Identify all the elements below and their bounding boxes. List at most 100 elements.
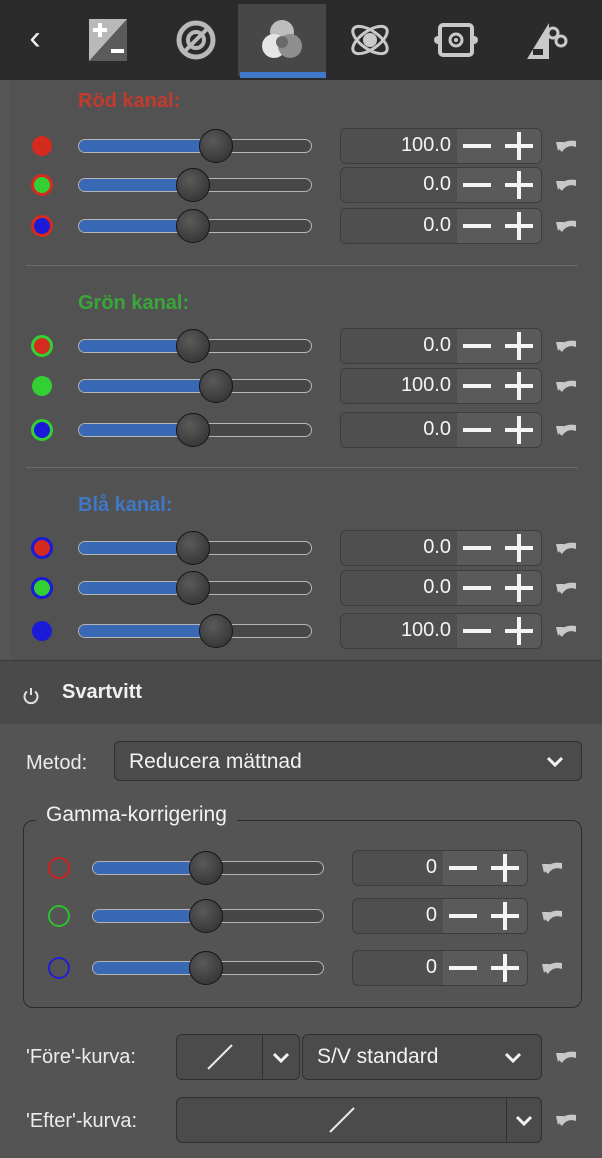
red-from-blue-indicator xyxy=(31,215,53,237)
minus-icon[interactable] xyxy=(463,344,491,348)
red-from-red-indicator xyxy=(32,136,52,156)
blue-from-red-value-spinbox[interactable]: 0.0 xyxy=(340,530,542,566)
green-channel-title: Grön kanal: xyxy=(78,292,190,314)
minus-icon[interactable] xyxy=(463,586,491,590)
method-select[interactable]: Reducera mättnad xyxy=(114,741,582,781)
green-from-green-value-spinbox[interactable]: 100.0 xyxy=(340,368,542,404)
red-from-green-value-spinbox[interactable]: 0.0 xyxy=(340,167,542,203)
minus-icon[interactable] xyxy=(463,183,491,187)
red-from-blue-slider-knob[interactable] xyxy=(175,209,210,243)
reset-icon[interactable] xyxy=(554,621,580,641)
before-curve-type-value: S/V standard xyxy=(317,1045,439,1068)
minus-icon[interactable] xyxy=(463,384,491,388)
reset-icon[interactable] xyxy=(554,578,580,598)
green-from-blue-slider-knob[interactable] xyxy=(175,413,210,447)
tab-exposure[interactable] xyxy=(64,4,152,76)
minus-icon[interactable] xyxy=(463,144,491,148)
minus-icon[interactable] xyxy=(449,866,477,870)
minus-icon[interactable] xyxy=(449,914,477,918)
before-curve-label: 'Före'-kurva: xyxy=(26,1046,136,1068)
plus-icon[interactable] xyxy=(491,854,519,882)
blue-from-green-value: 0.0 xyxy=(423,576,451,598)
green-from-red-value-spinbox[interactable]: 0.0 xyxy=(340,328,542,364)
reset-icon[interactable] xyxy=(554,376,580,396)
tab-detail[interactable] xyxy=(152,4,240,76)
advanced-icon xyxy=(351,24,389,56)
reset-icon[interactable] xyxy=(554,1047,580,1067)
after-curve-dropdown[interactable] xyxy=(506,1097,542,1143)
blue-from-blue-value-spinbox[interactable]: 100.0 xyxy=(340,613,542,649)
reset-icon[interactable] xyxy=(540,958,566,978)
linear-curve-icon xyxy=(329,1107,355,1133)
plus-icon[interactable] xyxy=(505,574,533,602)
reset-icon[interactable] xyxy=(554,336,580,356)
gamma-red-slider-knob[interactable] xyxy=(188,851,223,885)
chevron-left-icon[interactable]: ‹ xyxy=(20,18,50,58)
gamma-blue-value-spinbox[interactable]: 0 xyxy=(352,950,528,986)
minus-icon[interactable] xyxy=(463,428,491,432)
plus-icon[interactable] xyxy=(491,954,519,982)
reset-icon[interactable] xyxy=(554,175,580,195)
red-from-blue-value-spinbox[interactable]: 0.0 xyxy=(340,208,542,244)
blue-from-red-value: 0.0 xyxy=(423,536,451,558)
reset-icon[interactable] xyxy=(554,420,580,440)
gamma-green-slider-knob[interactable] xyxy=(188,899,223,933)
minus-icon[interactable] xyxy=(449,966,477,970)
tab-color[interactable] xyxy=(238,4,326,78)
chevron-down-icon xyxy=(515,1115,533,1127)
plus-icon[interactable] xyxy=(505,212,533,240)
red-from-green-indicator xyxy=(31,174,53,196)
blue-from-blue-slider-knob[interactable] xyxy=(199,614,234,648)
gamma-red-value: 0 xyxy=(425,856,437,878)
before-curve-editor-button[interactable] xyxy=(176,1034,264,1080)
red-from-red-slider-knob[interactable] xyxy=(199,129,234,163)
plus-icon[interactable] xyxy=(505,372,533,400)
red-from-red-slider-track[interactable] xyxy=(78,139,312,153)
reset-icon[interactable] xyxy=(554,216,580,236)
chevron-down-icon xyxy=(504,1052,522,1064)
blue-from-red-indicator xyxy=(31,537,53,559)
plus-icon[interactable] xyxy=(491,902,519,930)
minus-icon[interactable] xyxy=(463,224,491,228)
green-from-blue-value-spinbox[interactable]: 0.0 xyxy=(340,412,542,448)
reset-icon[interactable] xyxy=(540,858,566,878)
plus-icon[interactable] xyxy=(505,617,533,645)
reset-icon[interactable] xyxy=(554,1110,580,1130)
bw-section-header[interactable]: Svartvitt xyxy=(0,660,602,725)
blue-from-green-slider-knob[interactable] xyxy=(175,571,210,605)
plus-icon[interactable] xyxy=(505,132,533,160)
gamma-red-value-spinbox[interactable]: 0 xyxy=(352,850,528,886)
plus-icon[interactable] xyxy=(505,416,533,444)
tab-transform[interactable] xyxy=(412,4,500,76)
blue-from-red-slider-knob[interactable] xyxy=(175,531,210,565)
reset-icon[interactable] xyxy=(540,906,566,926)
plus-icon[interactable] xyxy=(505,171,533,199)
plus-icon[interactable] xyxy=(505,332,533,360)
method-label: Metod: xyxy=(26,752,88,774)
slider-fill xyxy=(79,380,216,392)
plus-icon[interactable] xyxy=(505,534,533,562)
blue-from-blue-slider-track[interactable] xyxy=(78,624,312,638)
minus-icon[interactable] xyxy=(463,629,491,633)
after-curve-editor-button[interactable] xyxy=(176,1097,508,1143)
divider xyxy=(26,467,578,468)
before-curve-type-select[interactable]: S/V standard xyxy=(302,1034,542,1080)
green-from-red-indicator xyxy=(31,335,53,357)
green-from-red-slider-knob[interactable] xyxy=(175,329,210,363)
green-from-green-slider-knob[interactable] xyxy=(199,369,234,403)
red-from-red-value-spinbox[interactable]: 100.0 xyxy=(340,128,542,164)
blue-from-green-value-spinbox[interactable]: 0.0 xyxy=(340,570,542,606)
slider-fill xyxy=(79,625,216,637)
gamma-blue-slider-knob[interactable] xyxy=(188,951,223,985)
power-icon[interactable] xyxy=(22,687,40,705)
reset-icon[interactable] xyxy=(554,538,580,558)
gamma-green-value-spinbox[interactable]: 0 xyxy=(352,898,528,934)
before-curve-dropdown[interactable] xyxy=(262,1034,300,1080)
tab-raw[interactable] xyxy=(500,4,588,76)
reset-icon[interactable] xyxy=(554,136,580,156)
tab-advanced[interactable] xyxy=(326,4,414,76)
red-from-green-slider-knob[interactable] xyxy=(175,168,210,202)
minus-icon[interactable] xyxy=(463,546,491,550)
green-from-green-slider-track[interactable] xyxy=(78,379,312,393)
red-from-red-value: 100.0 xyxy=(400,134,451,156)
